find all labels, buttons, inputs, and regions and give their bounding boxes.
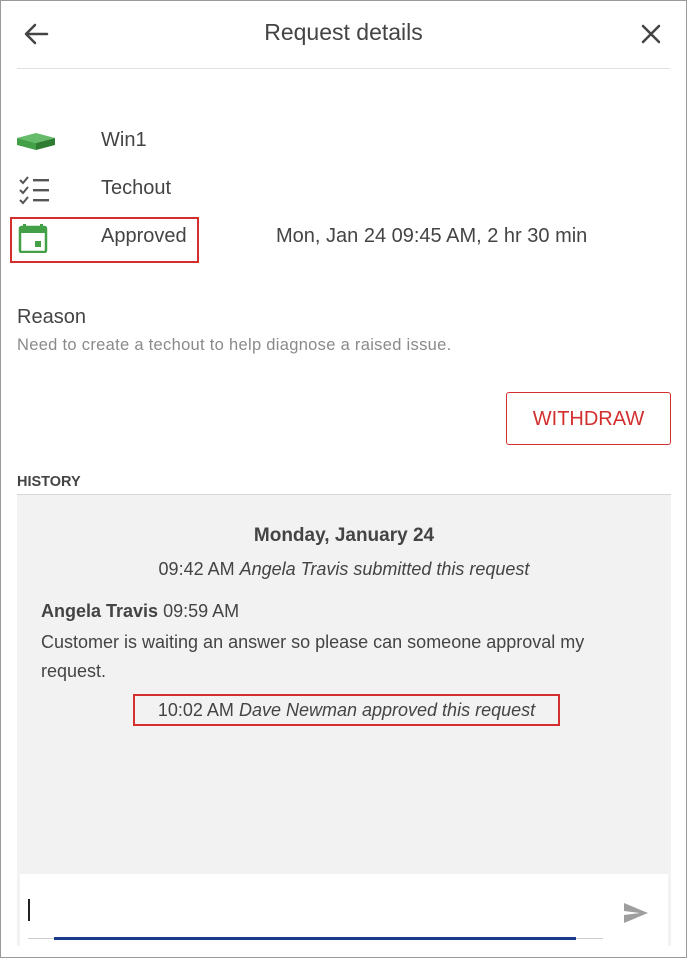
schedule-text: Mon, Jan 24 09:45 AM, 2 hr 30 min [276,225,588,247]
input-focus-underline [54,937,576,940]
close-icon[interactable] [634,17,668,51]
checklist-icon [17,175,57,205]
request-details-panel: Request details Win1 Techout Approved Mo… [0,0,687,958]
history-panel[interactable]: Monday, January 24 09:42 AM Angela Travi… [17,494,671,946]
device-label: Win1 [101,129,147,151]
history-event-submitted: 09:42 AM Angela Travis submitted this re… [17,559,671,580]
history-label: HISTORY [17,474,81,490]
event-text: Angela Travis submitted this request [239,559,530,579]
status-row: Approved Mon, Jan 24 09:45 AM, 2 hr 30 m… [17,223,637,254]
device-row: Win1 [17,127,637,157]
message-time: 09:59 AM [163,601,240,621]
reason-text: Need to create a techout to help diagnos… [17,336,452,354]
page-title: Request details [264,19,423,45]
history-event-approved: 10:02 AM Dave Newman approved this reque… [135,700,558,721]
header: Request details [17,1,670,69]
message-author: Angela Travis [41,601,159,621]
event-time: 09:42 AM [158,559,235,579]
send-icon[interactable] [622,900,650,926]
calendar-icon [17,223,57,254]
reason-title: Reason [17,306,86,328]
message-header: Angela Travis 09:59 AM [41,601,239,622]
comment-composer [20,874,668,946]
event-text: Dave Newman approved this request [238,700,536,720]
type-label: Techout [101,177,172,199]
comment-input[interactable] [28,898,603,928]
type-row: Techout [17,175,637,205]
device-icon [17,127,57,157]
withdraw-button[interactable]: WITHDRAW [506,392,671,445]
approved-highlight: 10:02 AM Dave Newman approved this reque… [133,694,560,726]
event-time: 10:02 AM [157,700,234,720]
history-date: Monday, January 24 [253,525,435,546]
status-badge: Approved [101,225,187,247]
message-body: Customer is waiting an answer so please … [41,632,585,681]
